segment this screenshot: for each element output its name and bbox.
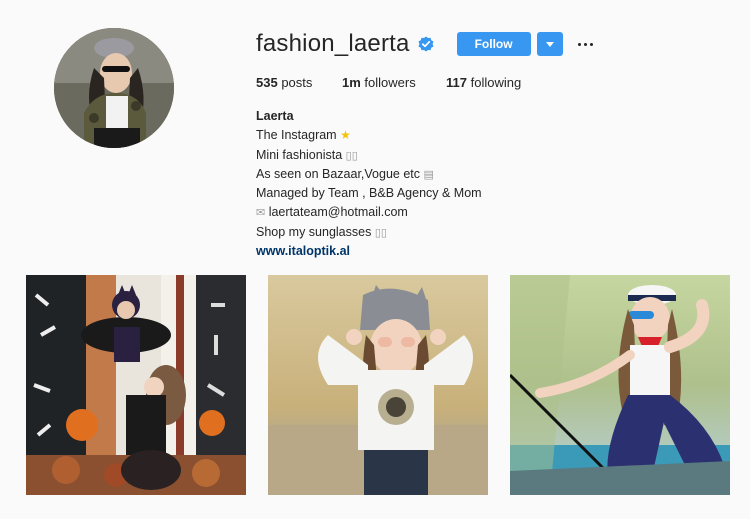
profile-avatar[interactable] — [54, 28, 174, 148]
full-name: Laerta — [256, 109, 294, 123]
bio-line: Shop my sunglasses ▯▯ — [256, 223, 482, 242]
bio-website-link[interactable]: www.italoptik.al — [256, 242, 482, 261]
followers-count-label: followers — [364, 75, 416, 90]
post-image-sailor — [510, 275, 730, 495]
bio-line: The Instagram ★ — [256, 126, 482, 145]
bio-line: As seen on Bazaar,Vogue etc ▤ — [256, 165, 482, 184]
bio-line: Mini fashionista ▯▯ — [256, 146, 482, 165]
avatar-photo — [54, 28, 174, 148]
more-dot — [584, 42, 588, 46]
profile-stats: 535 posts 1m followers 117 following — [256, 75, 521, 90]
star-icon: ★ — [340, 128, 351, 143]
posts-count-value: 535 — [256, 75, 278, 90]
followers-count-value: 1m — [342, 75, 361, 90]
post-thumbnail[interactable] — [268, 275, 488, 495]
newspaper-icon: ▤ — [423, 167, 434, 181]
posts-count: 535 posts — [256, 75, 342, 90]
profile-header: fashion_laerta Follow — [256, 28, 596, 60]
posts-grid — [26, 275, 730, 495]
envelope-icon: ✉ — [256, 206, 266, 220]
followers-link[interactable]: 1m followers — [342, 75, 446, 90]
following-link[interactable]: 117 following — [446, 75, 521, 90]
bio-line-text: As seen on Bazaar,Vogue etc — [256, 166, 421, 181]
posts-count-label: posts — [281, 75, 313, 90]
bio-line-text: Mini fashionista — [256, 147, 343, 162]
profile-bio: Laerta The Instagram ★ Mini fashionista … — [256, 107, 482, 261]
more-dot — [590, 42, 594, 46]
chevron-down-icon — [545, 41, 554, 47]
follow-button[interactable]: Follow — [456, 32, 531, 56]
bio-line-text: Shop my sunglasses — [256, 224, 372, 239]
bio-line-text: The Instagram — [256, 128, 337, 143]
following-count-label: following — [470, 75, 522, 90]
post-image-beanie — [268, 275, 488, 495]
bio-line: ✉ laertateam@hotmail.com — [256, 203, 482, 222]
post-thumbnail[interactable] — [510, 275, 730, 495]
following-count-value: 117 — [446, 75, 467, 90]
bio-line: Managed by Team , B&B Agency & Mom — [256, 184, 482, 203]
verified-badge-icon — [418, 36, 434, 52]
suggestions-dropdown-button[interactable] — [536, 32, 563, 56]
more-dot — [578, 42, 582, 46]
more-options-button[interactable] — [576, 34, 596, 54]
bio-email: laertateam@hotmail.com — [268, 205, 408, 220]
emoji-placeholder-icon: ▯▯ — [345, 148, 358, 162]
post-thumbnail[interactable] — [26, 275, 246, 495]
post-image-halloween — [26, 275, 246, 495]
bio-line-text: Managed by Team , B&B Agency & Mom — [256, 186, 482, 201]
emoji-placeholder-icon: ▯▯ — [374, 225, 387, 239]
username: fashion_laerta — [256, 30, 410, 57]
